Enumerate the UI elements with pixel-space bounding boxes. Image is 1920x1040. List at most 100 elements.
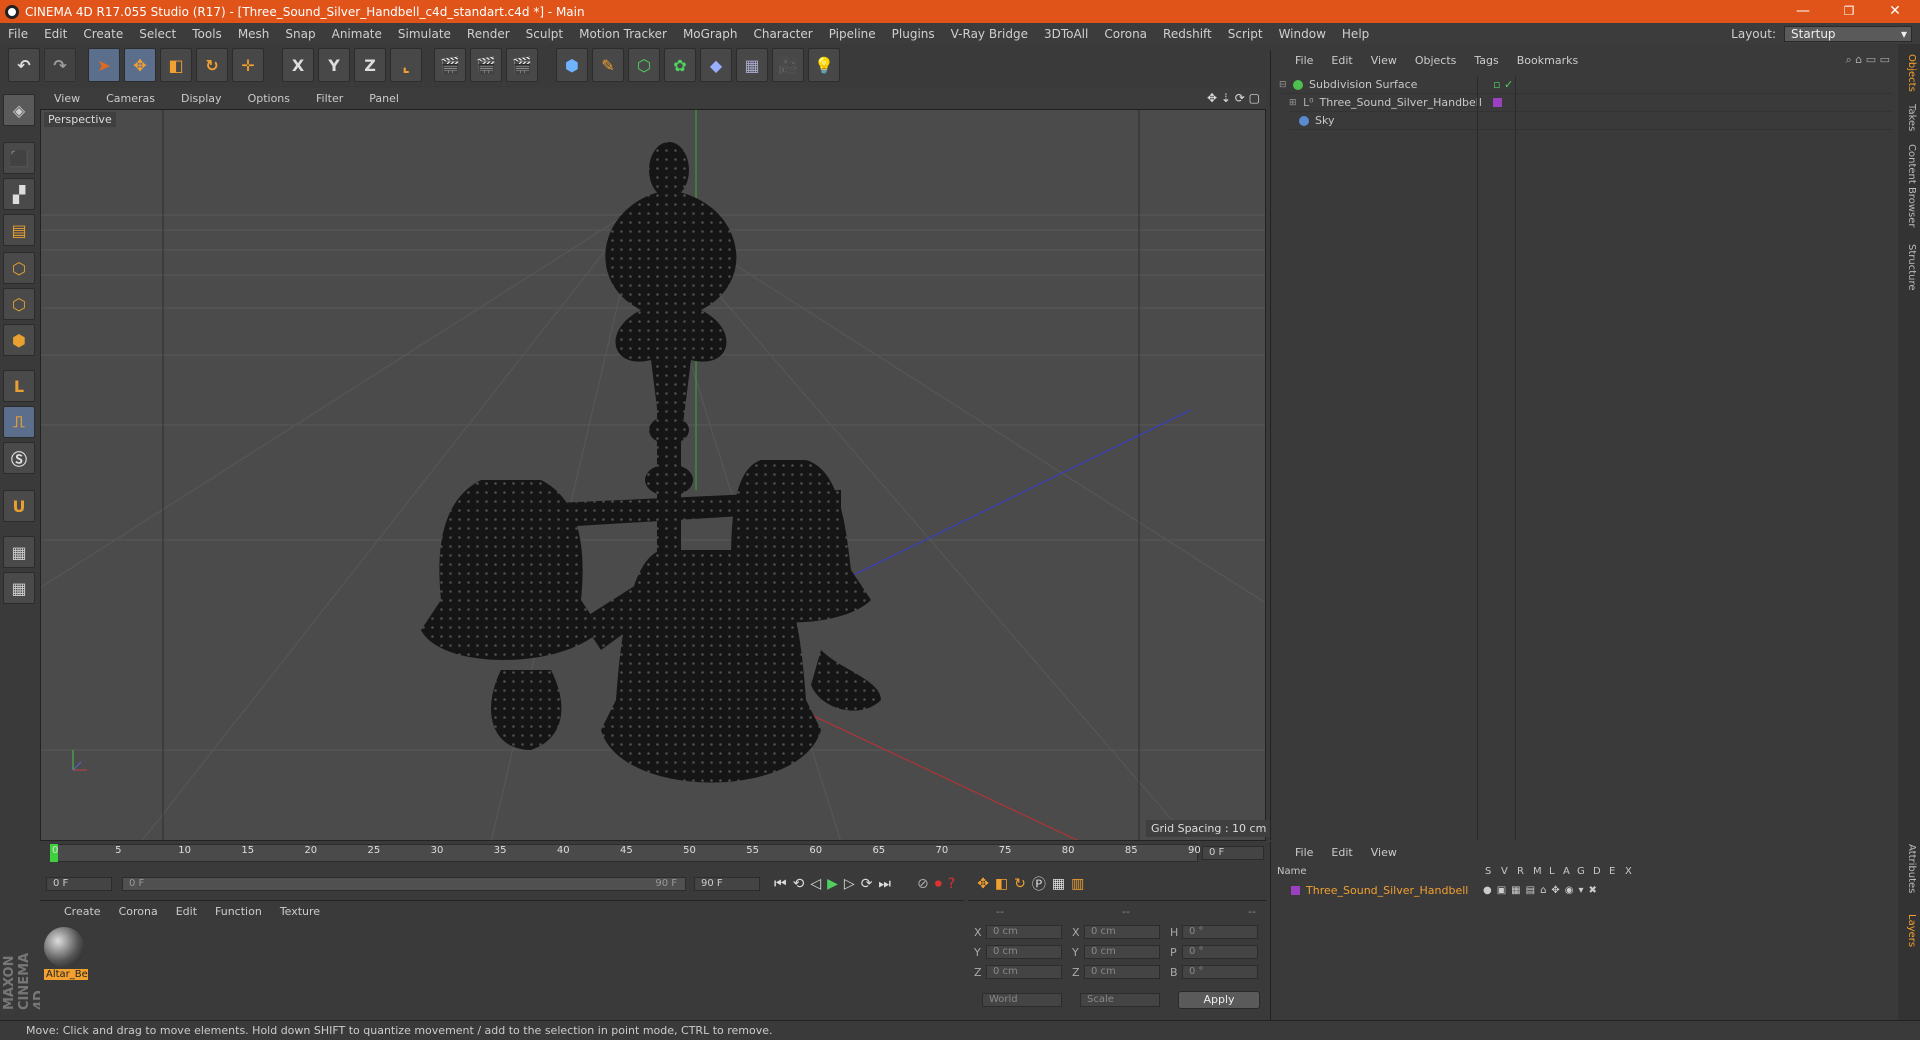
axis-mode-button[interactable]: L xyxy=(3,370,35,402)
close-button[interactable]: ✕ xyxy=(1872,0,1918,23)
keyframe-selection-icon[interactable]: ? xyxy=(948,876,955,892)
key-pla-icon[interactable]: ▦ xyxy=(1052,876,1065,892)
tab-layers[interactable]: Layers xyxy=(1901,914,1917,947)
menu-motion-tracker[interactable]: Motion Tracker xyxy=(571,27,675,41)
end-frame-field[interactable]: 90 F xyxy=(694,877,760,891)
object-enabled-checkmark-icon[interactable]: ▫ ✓ xyxy=(1493,78,1513,91)
viewport-menu-view[interactable]: View xyxy=(40,92,92,105)
expand-icon[interactable]: ⊞ xyxy=(1289,98,1297,108)
menu-window[interactable]: Window xyxy=(1271,27,1334,41)
solo-button[interactable]: Ⓢ xyxy=(3,442,35,474)
add-cloner-button[interactable]: ✿ xyxy=(664,48,696,82)
add-light-button[interactable]: 💡 xyxy=(808,48,840,82)
add-camera-button[interactable]: 🎥 xyxy=(772,48,804,82)
3d-viewport[interactable] xyxy=(40,109,1266,841)
menu-script[interactable]: Script xyxy=(1220,27,1271,41)
add-deformer-button[interactable]: ◆ xyxy=(700,48,732,82)
viewport-menu-panel[interactable]: Panel xyxy=(355,92,411,105)
expand-icon[interactable]: ⊟ xyxy=(1279,80,1287,90)
move-tool-button[interactable]: ✥ xyxy=(124,48,156,82)
viewport-menu-filter[interactable]: Filter xyxy=(302,92,355,105)
menu-3dtoall[interactable]: 3DToAll xyxy=(1036,27,1096,41)
coord-rot-field[interactable]: 0 ° xyxy=(1182,925,1258,939)
render-view-button[interactable]: 🎬 xyxy=(434,48,466,82)
key-param-icon[interactable]: Ⓟ xyxy=(1032,874,1046,894)
menu-select[interactable]: Select xyxy=(131,27,184,41)
menu-simulate[interactable]: Simulate xyxy=(390,27,459,41)
viewport-menu-cameras[interactable]: Cameras xyxy=(92,92,167,105)
make-editable-button[interactable]: ◈ xyxy=(3,94,35,126)
objmgr-menu-bookmarks[interactable]: Bookmarks xyxy=(1508,54,1587,67)
tweak-mode-button[interactable]: ⎍ xyxy=(3,406,35,438)
object-row-subdivision[interactable]: ⊟ Subdivision Surface ▫ ✓ xyxy=(1279,76,1893,94)
autokey-icon[interactable]: ⏺ xyxy=(935,876,942,892)
previous-key-icon[interactable]: ⟲ xyxy=(793,876,805,892)
viewport-menu-options[interactable]: Options xyxy=(234,92,302,105)
menu-redshift[interactable]: Redshift xyxy=(1155,27,1220,41)
menu-tools[interactable]: Tools xyxy=(184,27,230,41)
coord-pos-field[interactable]: 0 cm xyxy=(986,945,1062,959)
add-spline-button[interactable]: ✎ xyxy=(592,48,624,82)
coord-size-field[interactable]: 0 cm xyxy=(1084,945,1160,959)
objmgr-search-icons[interactable]: ⌕ ⌂ ▭ ▭ xyxy=(1846,53,1890,67)
step-forward-icon[interactable]: ▷ xyxy=(844,876,855,892)
menu-pipeline[interactable]: Pipeline xyxy=(821,27,884,41)
viewport-camera-label[interactable]: Perspective xyxy=(44,112,116,127)
layers-menu-file[interactable]: File xyxy=(1271,846,1322,859)
coordinate-system-button[interactable]: ⌞ xyxy=(390,48,422,82)
layer-color-swatch[interactable] xyxy=(1493,98,1502,107)
redo-button[interactable]: ↷ xyxy=(44,48,76,82)
x-axis-lock-button[interactable]: X xyxy=(282,48,314,82)
point-mode-button[interactable]: ⬡ xyxy=(3,252,35,284)
frame-range-slider[interactable]: 0 F 90 F xyxy=(122,877,686,891)
layer-row[interactable]: Three_Sound_Silver_Handbell ●▣▦▤⌂✥◉▾✖ xyxy=(1277,882,1891,898)
material-menu-create[interactable]: Create xyxy=(40,905,110,918)
material-menu-edit[interactable]: Edit xyxy=(167,905,206,918)
menu-plugins[interactable]: Plugins xyxy=(884,27,943,41)
menu-mograph[interactable]: MoGraph xyxy=(675,27,746,41)
tab-structure[interactable]: Structure xyxy=(1901,244,1917,291)
objmgr-menu-view[interactable]: View xyxy=(1362,54,1406,67)
tab-takes[interactable]: Takes xyxy=(1901,104,1917,131)
planar-workplane-button[interactable]: ▦ xyxy=(3,572,35,604)
edit-render-settings-button[interactable]: 🎬 xyxy=(506,48,538,82)
menu-corona[interactable]: Corona xyxy=(1096,27,1155,41)
object-row-sky[interactable]: Sky xyxy=(1289,112,1893,130)
material-menu-corona[interactable]: Corona xyxy=(110,905,167,918)
tab-content-browser[interactable]: Content Browser xyxy=(1901,144,1917,227)
object-row-handbell[interactable]: ⊞ L⁰ Three_Sound_Silver_Handbell xyxy=(1289,94,1893,112)
menu-create[interactable]: Create xyxy=(75,27,131,41)
coord-pos-field[interactable]: 0 cm xyxy=(986,965,1062,979)
layer-color-swatch[interactable] xyxy=(1291,885,1300,895)
undo-button[interactable]: ↶ xyxy=(8,48,40,82)
current-frame-field[interactable]: 0 F xyxy=(1202,846,1264,860)
menu-sculpt[interactable]: Sculpt xyxy=(518,27,571,41)
y-axis-lock-button[interactable]: Y xyxy=(318,48,350,82)
objmgr-menu-objects[interactable]: Objects xyxy=(1406,54,1466,67)
layer-name[interactable]: Three_Sound_Silver_Handbell xyxy=(1306,884,1468,897)
transform-tool-button[interactable]: ✛ xyxy=(232,48,264,82)
tab-attributes[interactable]: Attributes xyxy=(1901,844,1917,893)
viewport-nav-icons[interactable]: ✥ ⇣ ⟳ ▢ xyxy=(1207,91,1260,105)
objmgr-menu-edit[interactable]: Edit xyxy=(1322,54,1361,67)
menu-file[interactable]: File xyxy=(0,27,36,41)
coord-size-field[interactable]: 0 cm xyxy=(1084,925,1160,939)
key-scale-icon[interactable]: ◧ xyxy=(995,876,1008,892)
texture-mode-button[interactable]: ▞ xyxy=(3,178,35,210)
timeline-window-icon[interactable]: ▥ xyxy=(1071,876,1084,892)
play-icon[interactable]: ▶ xyxy=(827,876,838,892)
lock-workplane-button[interactable]: ▦ xyxy=(3,536,35,568)
model-mode-button[interactable]: ⬛ xyxy=(3,142,35,174)
menu-mesh[interactable]: Mesh xyxy=(230,27,278,41)
material-swatch[interactable]: Altar_Be xyxy=(44,927,88,983)
objmgr-menu-tags[interactable]: Tags xyxy=(1465,54,1507,67)
rotate-tool-button[interactable]: ↻ xyxy=(196,48,228,82)
material-menu-texture[interactable]: Texture xyxy=(271,905,329,918)
restore-button[interactable]: ❐ xyxy=(1826,0,1872,23)
menu-animate[interactable]: Animate xyxy=(324,27,390,41)
render-picture-viewer-button[interactable]: 🎬 xyxy=(470,48,502,82)
minimize-button[interactable]: — xyxy=(1780,0,1826,23)
scale-tool-button[interactable]: ◧ xyxy=(160,48,192,82)
snap-button[interactable]: U xyxy=(3,490,35,522)
go-to-end-icon[interactable]: ⏭ xyxy=(878,876,891,892)
